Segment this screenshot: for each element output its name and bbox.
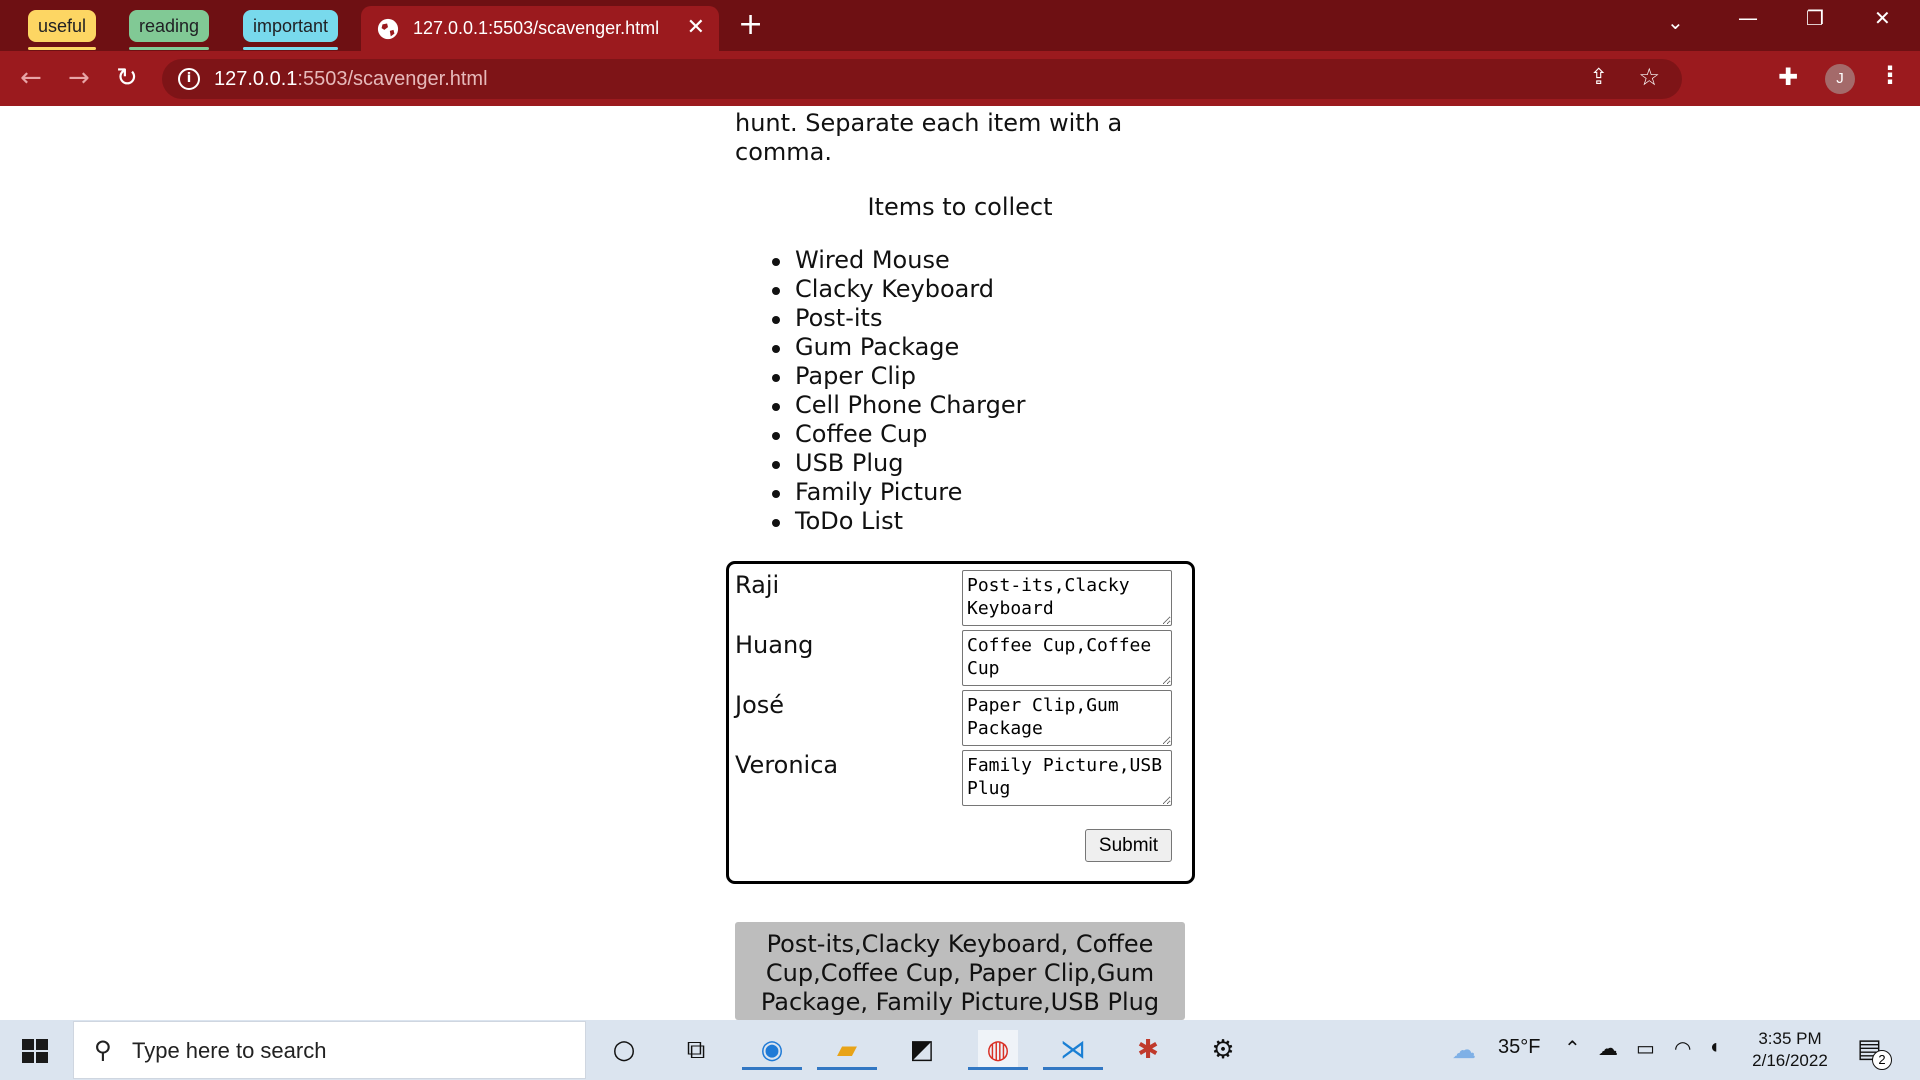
- chevron-up-icon[interactable]: ⌃: [1564, 1036, 1581, 1061]
- edge-icon[interactable]: ◉: [742, 1030, 802, 1070]
- address-bar[interactable]: i 127.0.0.1:5503/scavenger.html ⇪ ☆: [162, 59, 1682, 99]
- globe-icon: [377, 18, 399, 40]
- participant-row: José Paper Clip,Gum Package: [729, 684, 1192, 746]
- intro-text: hunt. Separate each item with a comma.: [735, 109, 1123, 166]
- participant-items-input[interactable]: Post-its,Clacky Keyboard: [962, 570, 1172, 626]
- clock[interactable]: 3:35 PM 2/16/2022: [1740, 1028, 1840, 1072]
- chrome-icon[interactable]: ◍: [968, 1030, 1028, 1070]
- search-icon: ⚲: [94, 1036, 112, 1064]
- profile-avatar[interactable]: J: [1825, 64, 1855, 94]
- taskbar-search-box[interactable]: ⚲ Type here to search: [73, 1021, 586, 1079]
- clock-date: 2/16/2022: [1752, 1051, 1828, 1070]
- participant-row: Veronica Family Picture,USB Plug: [729, 744, 1192, 806]
- running-indicator: [968, 1067, 1028, 1070]
- info-icon[interactable]: i: [178, 68, 200, 90]
- vscode-icon[interactable]: ⋊: [1043, 1030, 1103, 1070]
- running-indicator: [817, 1067, 877, 1070]
- participant-row: Raji Post-its,Clacky Keyboard: [729, 564, 1192, 626]
- back-arrow-icon[interactable]: ←: [20, 63, 42, 93]
- clock-time: 3:35 PM: [1758, 1029, 1822, 1048]
- temperature[interactable]: 35°F: [1498, 1036, 1540, 1059]
- search-placeholder: Type here to search: [132, 1038, 327, 1063]
- submit-button[interactable]: Submit: [1085, 829, 1172, 862]
- tab-group-useful[interactable]: useful: [28, 10, 97, 50]
- tab-group-reading[interactable]: reading: [129, 10, 210, 50]
- forward-arrow-icon[interactable]: →: [68, 63, 90, 93]
- tab-group-label: important: [253, 16, 329, 36]
- reload-icon[interactable]: ↻: [116, 63, 138, 93]
- participant-name: Raji: [735, 571, 780, 599]
- items-heading: Items to collect: [867, 193, 1053, 221]
- participant-name: Huang: [735, 631, 814, 659]
- share-icon[interactable]: ⇪: [1590, 65, 1608, 90]
- list-item: Wired Mouse: [771, 246, 1025, 275]
- tab-group-underline: [243, 47, 339, 50]
- list-item: USB Plug: [771, 449, 1025, 478]
- tab-strip: useful reading important 127.0.0.1:5503/…: [0, 0, 1920, 51]
- new-tab-icon[interactable]: +: [738, 8, 763, 42]
- taskbar: ⚲ Type here to search ○ ⧉ ◉ ▰ ◩ ◍ ⋊ ✱ ⚙ …: [0, 1020, 1920, 1080]
- tab-group-label: reading: [139, 16, 200, 36]
- running-indicator: [742, 1067, 802, 1070]
- list-item: Coffee Cup: [771, 420, 1025, 449]
- url-path: :5503/scavenger.html: [297, 68, 488, 90]
- active-tab[interactable]: 127.0.0.1:5503/scavenger.html ✕: [361, 6, 719, 51]
- list-item: Post-its: [771, 304, 1025, 333]
- list-item: Cell Phone Charger: [771, 391, 1026, 419]
- close-icon[interactable]: ✕: [687, 16, 705, 40]
- participant-items-input[interactable]: Paper Clip,Gum Package: [962, 690, 1172, 746]
- page-content: hunt. Separate each item with a comma. I…: [0, 106, 1920, 1020]
- list-item: Clacky Keyboard: [771, 275, 1025, 304]
- sticky-notes-icon[interactable]: ◩: [902, 1030, 942, 1070]
- slack-icon[interactable]: ✱: [1128, 1030, 1168, 1070]
- close-window-icon[interactable]: ✕: [1874, 6, 1891, 30]
- entries-form: Raji Post-its,Clacky Keyboard Huang Coff…: [726, 561, 1195, 884]
- restore-icon[interactable]: ❐: [1806, 6, 1824, 30]
- weather-cloud-icon[interactable]: ☁: [1452, 1036, 1476, 1065]
- cortana-icon[interactable]: ○: [604, 1030, 644, 1070]
- tab-group-important[interactable]: important: [243, 10, 339, 50]
- participant-name: José: [735, 691, 785, 719]
- tab-group-underline: [28, 47, 97, 50]
- participant-items-input[interactable]: Family Picture,USB Plug: [962, 750, 1172, 806]
- browser-toolbar: ← → ↻ i 127.0.0.1:5503/scavenger.html ⇪ …: [0, 51, 1920, 106]
- settings-gear-icon[interactable]: ⚙: [1203, 1030, 1243, 1070]
- participant-name: Veronica: [735, 751, 839, 779]
- items-list: Wired Mouse Clacky Keyboard Post-its Gum…: [771, 246, 1026, 536]
- volume-icon[interactable]: ◖: [1708, 1036, 1720, 1059]
- participant-items-input[interactable]: Coffee Cup,Coffee Cup: [962, 630, 1172, 686]
- list-item: ToDo List: [771, 507, 1025, 536]
- running-indicator: [1043, 1067, 1103, 1070]
- chevron-down-icon[interactable]: ⌄: [1667, 10, 1684, 34]
- wifi-icon[interactable]: ◠: [1674, 1036, 1691, 1061]
- onedrive-cloud-icon[interactable]: ☁: [1598, 1036, 1618, 1061]
- star-icon[interactable]: ☆: [1638, 63, 1660, 91]
- more-menu-icon[interactable]: ⋮: [1878, 61, 1902, 89]
- list-item: Gum Package: [771, 333, 1025, 362]
- list-item: Family Picture: [771, 478, 1025, 507]
- minimize-icon[interactable]: —: [1738, 6, 1758, 30]
- windows-start-icon[interactable]: [22, 1039, 48, 1063]
- battery-icon[interactable]: ▭: [1636, 1036, 1655, 1061]
- puzzle-extensions-icon[interactable]: ✚: [1778, 63, 1798, 91]
- url-host: 127.0.0.1: [214, 68, 298, 90]
- file-explorer-icon[interactable]: ▰: [817, 1030, 877, 1070]
- list-item: Paper Clip: [771, 362, 1025, 391]
- task-view-icon[interactable]: ⧉: [676, 1030, 716, 1070]
- tab-title: 127.0.0.1:5503/scavenger.html: [413, 18, 660, 38]
- tab-group-underline: [129, 47, 210, 50]
- notification-count: 2: [1872, 1050, 1892, 1070]
- participant-row: Huang Coffee Cup,Coffee Cup: [729, 624, 1192, 686]
- result-output: Post-its,Clacky Keyboard, Coffee Cup,Cof…: [735, 922, 1185, 1020]
- tab-group-label: useful: [38, 16, 87, 36]
- url-text[interactable]: 127.0.0.1:5503/scavenger.html: [214, 66, 488, 92]
